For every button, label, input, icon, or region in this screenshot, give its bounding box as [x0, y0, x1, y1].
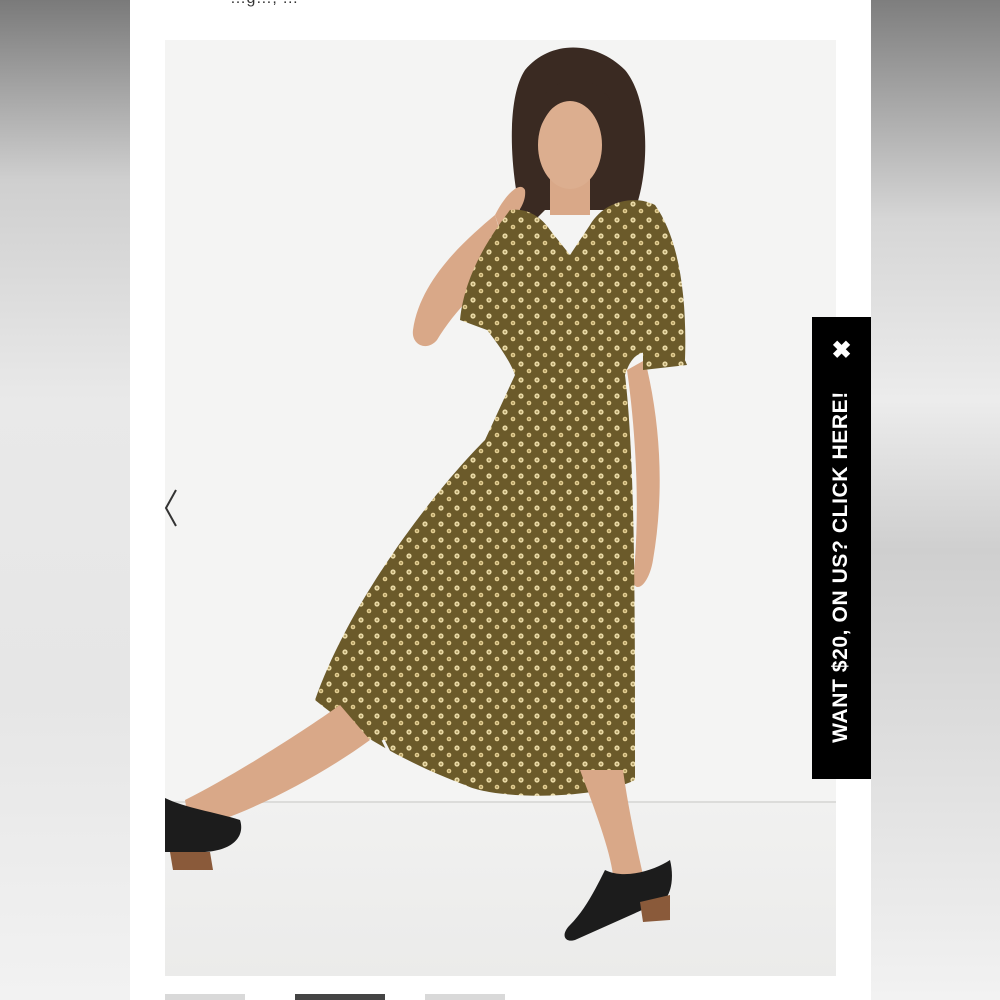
- product-image-illustration: [165, 40, 836, 976]
- thumbnail-strip: [165, 994, 836, 1000]
- promo-tab[interactable]: ✖ WANT $20, ON US? CLICK HERE!: [812, 317, 871, 779]
- promo-label[interactable]: WANT $20, ON US? CLICK HERE!: [829, 391, 853, 743]
- partial-header-text: …g…, …: [230, 0, 299, 8]
- chevron-left-icon: [164, 489, 177, 527]
- backdrop-right: [870, 0, 1000, 1000]
- thumbnail-1[interactable]: [165, 994, 245, 1000]
- previous-image-button[interactable]: [160, 486, 184, 530]
- backdrop-left: [0, 0, 130, 1000]
- product-image[interactable]: [165, 40, 836, 976]
- close-icon[interactable]: ✖: [812, 339, 871, 363]
- thumbnail-2[interactable]: [295, 994, 385, 1000]
- thumbnail-3[interactable]: [425, 994, 505, 1000]
